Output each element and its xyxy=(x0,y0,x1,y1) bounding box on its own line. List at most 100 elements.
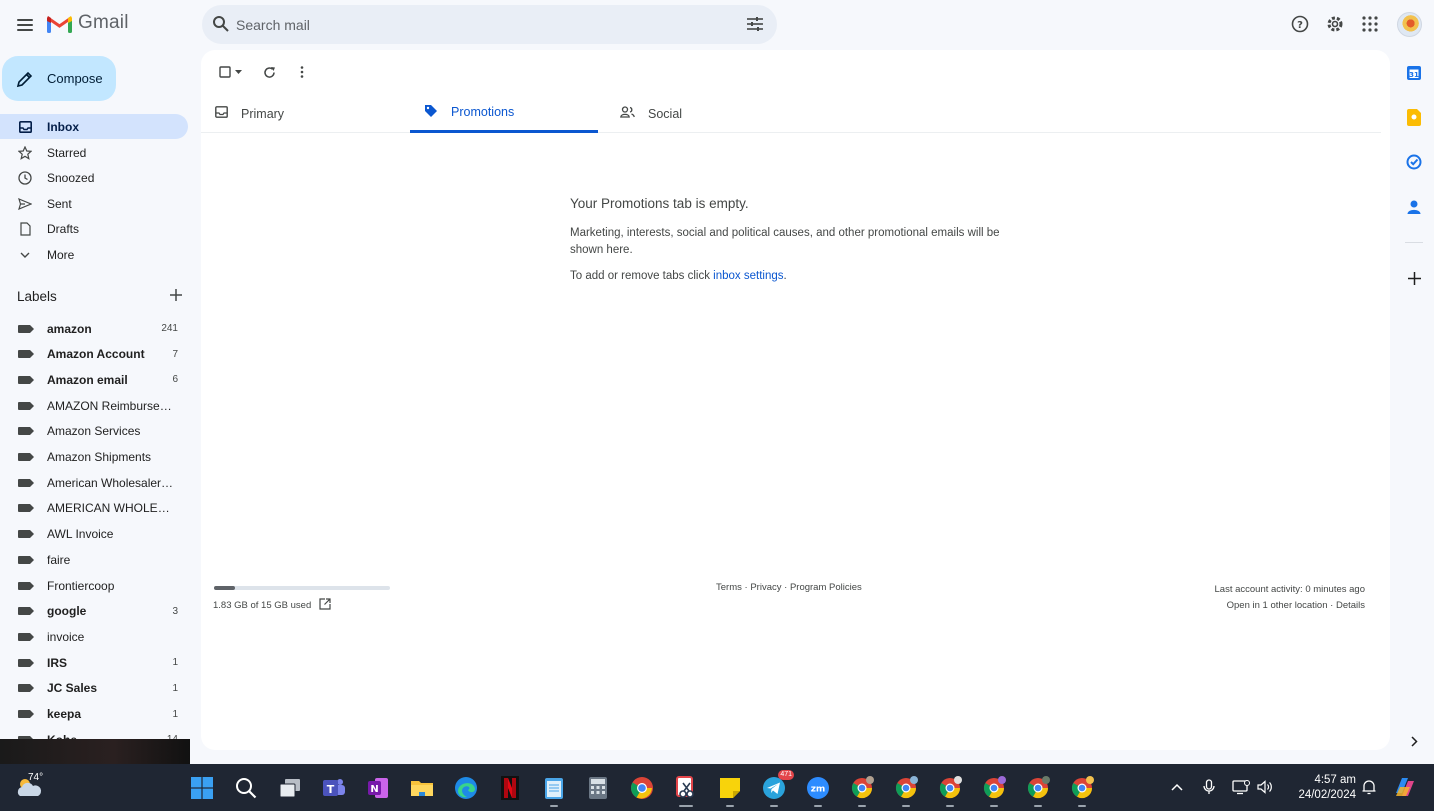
nav-item-more[interactable]: More xyxy=(0,242,188,267)
search-options-icon[interactable] xyxy=(747,17,763,36)
sticky-notes-icon[interactable] xyxy=(716,774,744,807)
label-item[interactable]: Amazon email 6 xyxy=(0,367,188,392)
taskbar-search-icon[interactable] xyxy=(232,774,260,802)
label-item[interactable]: American Wholesaler S... xyxy=(0,470,188,495)
refresh-icon[interactable] xyxy=(259,62,279,82)
help-icon[interactable]: ? xyxy=(1289,13,1311,35)
chrome-profile-icon[interactable] xyxy=(1068,774,1096,807)
pencil-icon xyxy=(16,71,33,87)
teams-icon[interactable]: T xyxy=(320,774,348,802)
label-item[interactable]: invoice xyxy=(0,624,188,649)
network-icon[interactable] xyxy=(1232,778,1250,796)
file-explorer-icon[interactable] xyxy=(408,774,436,802)
chrome-profile-icon[interactable] xyxy=(848,774,876,807)
running-indicator xyxy=(902,805,910,807)
search-input[interactable] xyxy=(236,5,736,44)
label-item[interactable]: faire xyxy=(0,547,188,572)
label-name: AMAZON Reimburseme... xyxy=(47,398,175,413)
show-hidden-icons-chevron-icon[interactable] xyxy=(1168,778,1186,796)
calculator-icon[interactable] xyxy=(584,774,612,802)
chrome-profile-icon[interactable] xyxy=(1024,774,1052,807)
task-view-icon[interactable] xyxy=(276,774,304,802)
label-item[interactable]: amazon 241 xyxy=(0,316,188,341)
notifications-bell-icon[interactable] xyxy=(1360,778,1378,796)
gmail-logo[interactable]: Gmail xyxy=(47,12,129,34)
label-item[interactable]: AMERICAN WHOLESAL... xyxy=(0,496,188,521)
label-tag-icon xyxy=(18,658,34,667)
chrome-profile-icon[interactable] xyxy=(936,774,964,807)
nav-item-drafts[interactable]: Drafts xyxy=(0,216,188,241)
main-menu-icon[interactable] xyxy=(12,12,38,38)
windows-start-icon[interactable] xyxy=(188,774,216,802)
label-item[interactable]: Amazon Services xyxy=(0,419,188,444)
account-avatar[interactable] xyxy=(1397,12,1422,37)
snipping-tool-icon[interactable] xyxy=(672,774,700,807)
draft-icon xyxy=(18,221,32,236)
keep-icon[interactable] xyxy=(1403,106,1425,128)
privacy-link[interactable]: Privacy xyxy=(750,582,781,593)
volume-icon[interactable] xyxy=(1256,778,1274,796)
chrome-profile-icon[interactable] xyxy=(980,774,1008,807)
search-bar[interactable] xyxy=(202,5,777,44)
edge-icon[interactable] xyxy=(452,774,480,802)
program-policies-link[interactable]: Program Policies xyxy=(790,582,862,593)
running-indicator xyxy=(946,805,954,807)
terms-link[interactable]: Terms xyxy=(716,582,742,593)
calendar-icon[interactable]: 31 xyxy=(1403,62,1425,84)
google-apps-icon[interactable] xyxy=(1359,13,1381,35)
label-item[interactable]: AMAZON Reimburseme... xyxy=(0,393,188,418)
chrome-icon[interactable] xyxy=(628,774,656,802)
create-label-plus-icon[interactable] xyxy=(170,289,182,304)
label-unread-count: 241 xyxy=(161,323,178,334)
notepad-icon[interactable] xyxy=(540,774,568,807)
label-item[interactable]: Frontiercoop xyxy=(0,573,188,598)
compose-button[interactable]: Compose xyxy=(2,56,116,101)
external-link-icon[interactable] xyxy=(319,598,331,613)
label-item[interactable]: JC Sales 1 xyxy=(0,676,188,701)
tab-promotions[interactable]: Promotions xyxy=(410,94,598,133)
activity-details-link[interactable]: Details xyxy=(1336,600,1365,611)
nav-item-snoozed[interactable]: Snoozed xyxy=(0,165,188,190)
label-item[interactable]: Amazon Shipments xyxy=(0,445,188,470)
running-indicator xyxy=(550,805,558,807)
settings-gear-icon[interactable] xyxy=(1324,13,1346,35)
label-name: Amazon Account xyxy=(47,347,145,362)
label-name: Amazon email xyxy=(47,372,128,387)
nav-label-more: More xyxy=(47,247,75,262)
netflix-icon[interactable] xyxy=(496,774,524,802)
microphone-icon[interactable] xyxy=(1200,778,1218,796)
label-name: Frontiercoop xyxy=(47,578,115,593)
tag-icon xyxy=(424,104,438,121)
label-item[interactable]: Amazon Account 7 xyxy=(0,342,188,367)
nav-item-sent[interactable]: Sent xyxy=(0,191,188,216)
label-name: American Wholesaler S... xyxy=(47,475,175,490)
label-item[interactable]: keepa 1 xyxy=(0,702,188,727)
tasks-icon[interactable] xyxy=(1403,151,1425,173)
label-name: AWL Invoice xyxy=(47,527,114,542)
label-item[interactable]: IRS 1 xyxy=(0,650,188,675)
tab-primary[interactable]: Primary xyxy=(201,94,389,133)
label-item[interactable]: google 3 xyxy=(0,599,188,624)
search-icon[interactable] xyxy=(212,15,230,38)
get-addons-plus-icon[interactable] xyxy=(1403,267,1425,289)
copilot-icon[interactable] xyxy=(1392,774,1418,800)
contacts-icon[interactable] xyxy=(1403,196,1425,218)
expand-side-panel-chevron-icon[interactable] xyxy=(1403,730,1425,752)
tab-social[interactable]: Social xyxy=(606,94,794,133)
inbox-settings-link[interactable]: inbox settings xyxy=(713,270,783,282)
taskbar-clock[interactable]: 4:57 am 24/02/2024 xyxy=(1284,773,1356,803)
more-options-icon[interactable] xyxy=(292,62,312,82)
activity-separator: · xyxy=(1327,600,1336,611)
side-panel-divider xyxy=(1405,242,1423,243)
zoom-icon[interactable]: zm xyxy=(804,774,832,807)
select-dropdown-icon[interactable] xyxy=(231,62,245,82)
nav-item-inbox[interactable]: Inbox xyxy=(0,114,188,139)
chrome-profile-icon[interactable] xyxy=(892,774,920,807)
running-indicator xyxy=(858,805,866,807)
label-item[interactable]: AWL Invoice xyxy=(0,522,188,547)
telegram-icon[interactable]: 471 xyxy=(760,770,794,807)
nav-item-starred[interactable]: Starred xyxy=(0,140,188,165)
label-tag-icon xyxy=(18,530,34,539)
svg-text:T: T xyxy=(327,783,335,796)
onenote-icon[interactable]: N xyxy=(364,774,392,802)
